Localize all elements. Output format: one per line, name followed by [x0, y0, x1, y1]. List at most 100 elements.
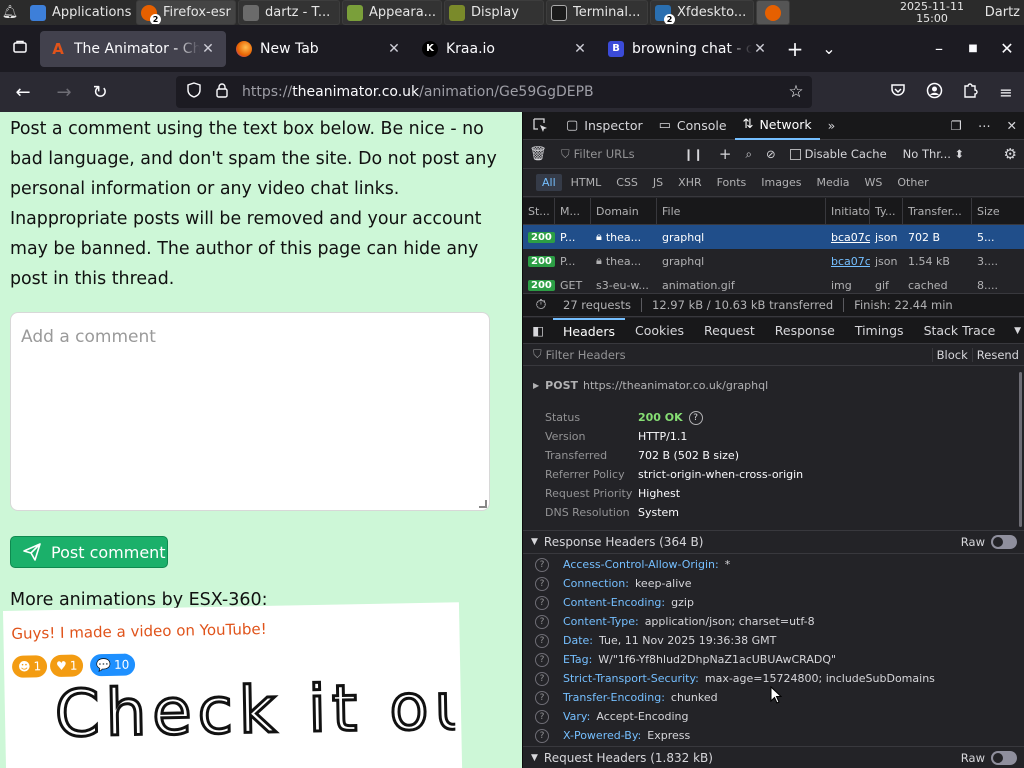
help-question-icon[interactable]: ?: [535, 652, 549, 667]
hamburger-menu-icon[interactable]: ≡: [988, 83, 1024, 102]
filter-urls-input[interactable]: Filter URLs: [574, 147, 664, 161]
tab-network[interactable]: ⇅ Network: [734, 112, 820, 140]
type-filter-media[interactable]: Media: [810, 174, 855, 191]
add-blocking-icon[interactable]: +: [719, 145, 732, 163]
more-tabs-dropdown-icon[interactable]: ▼: [1014, 326, 1021, 336]
response-header-row[interactable]: ? X-Powered-By: Express: [535, 726, 690, 745]
tab-inspector[interactable]: ▢ Inspector: [558, 112, 651, 140]
maximize-window-icon[interactable]: ■: [956, 43, 990, 54]
type-filter-fonts[interactable]: Fonts: [711, 174, 753, 191]
response-header-row[interactable]: ? Access-Control-Allow-Origin: *: [535, 555, 730, 574]
minimize-window-icon[interactable]: –: [922, 39, 956, 58]
tab-new-tab[interactable]: New Tab ✕: [226, 31, 412, 67]
request-headers-section[interactable]: ▼ Request Headers (1.832 kB) Raw: [523, 746, 1024, 768]
response-headers-section[interactable]: ▼ Response Headers (364 B) Raw: [523, 530, 1024, 554]
type-filter-ws[interactable]: WS: [859, 174, 889, 191]
tab-response[interactable]: Response: [765, 318, 845, 344]
response-header-row[interactable]: ? Strict-Transport-Security: max-age=15724…: [535, 669, 935, 688]
col-method[interactable]: M...: [555, 198, 591, 224]
element-picker-icon[interactable]: [523, 112, 558, 140]
response-header-row[interactable]: ? Content-Encoding: gzip: [535, 593, 694, 612]
tab-stack-trace[interactable]: Stack Trace: [914, 318, 1006, 344]
more-tools-chevron-icon[interactable]: »: [820, 112, 844, 140]
post-comment-button[interactable]: Post comment: [10, 536, 168, 568]
taskbar-item-thunar[interactable]: dartz - T...: [238, 0, 340, 25]
tracking-protection-shield-icon[interactable]: [180, 82, 208, 102]
url-bar[interactable]: https://theanimator.co.uk/animation/Ge59…: [176, 76, 812, 108]
request-row[interactable]: 200 P... 🔒︎thea... graphql bca07c... json 1.54…: [523, 249, 1024, 273]
list-all-tabs-chevron-icon[interactable]: ⌄: [812, 39, 846, 58]
pause-icon[interactable]: ❙❙: [684, 147, 703, 161]
back-arrow-icon[interactable]: ←: [0, 82, 46, 103]
help-question-icon[interactable]: ?: [535, 690, 549, 705]
response-header-row[interactable]: ? Transfer-Encoding: chunked: [535, 688, 718, 707]
type-filter-other[interactable]: Other: [891, 174, 934, 191]
col-type[interactable]: Ty...: [870, 198, 903, 224]
tab-headers[interactable]: Headers: [553, 317, 626, 344]
col-file[interactable]: File: [657, 198, 826, 224]
response-header-row[interactable]: ? Vary: Accept-Encoding: [535, 707, 689, 726]
forward-arrow-icon[interactable]: →: [46, 82, 82, 103]
help-question-icon[interactable]: ?: [535, 557, 549, 572]
block-button[interactable]: Block: [931, 347, 972, 362]
clock[interactable]: 2025-11-11 15:00: [882, 0, 982, 25]
comment-textarea[interactable]: Add a comment: [10, 312, 490, 511]
expand-triangle-icon[interactable]: ▶: [533, 381, 539, 390]
tab-timings[interactable]: Timings: [845, 318, 914, 344]
type-filter-all[interactable]: All: [536, 174, 562, 191]
animation-thumbnail-card[interactable]: Guys! I made a video on YouTube! ☻ 1 ♥ 1 💬…: [3, 602, 463, 768]
type-filter-css[interactable]: CSS: [610, 174, 644, 191]
search-icon[interactable]: ⌕: [745, 147, 751, 162]
close-devtools-icon[interactable]: ✕: [999, 112, 1024, 140]
raw-toggle[interactable]: [991, 751, 1017, 765]
tab-kraa[interactable]: K Kraa.io ✕: [412, 31, 598, 67]
dock-side-icon[interactable]: ❐: [943, 112, 970, 140]
help-question-icon[interactable]: ?: [535, 671, 549, 686]
bookmark-star-icon[interactable]: ☆: [780, 82, 812, 102]
tab-console[interactable]: ▭ Console: [651, 112, 735, 140]
col-initiator[interactable]: Initiator: [826, 198, 870, 224]
help-question-icon[interactable]: ?: [535, 595, 549, 610]
help-question-icon[interactable]: ?: [688, 411, 703, 425]
new-tab-icon[interactable]: +: [778, 37, 812, 61]
taskbar-item-firefox-window[interactable]: [756, 0, 790, 25]
help-question-icon[interactable]: ?: [535, 614, 549, 629]
close-tab-icon[interactable]: ✕: [386, 41, 402, 57]
request-initiator[interactable]: img: [831, 279, 852, 292]
help-question-icon[interactable]: ?: [535, 576, 549, 591]
tab-request[interactable]: Request: [694, 318, 765, 344]
tab-the-animator[interactable]: A The Animator - Chro ✕: [40, 30, 226, 67]
extensions-puzzle-icon[interactable]: [952, 82, 988, 102]
tab-cookies[interactable]: Cookies: [625, 318, 694, 344]
col-status[interactable]: St...: [523, 198, 555, 224]
type-filter-xhr[interactable]: XHR: [672, 174, 707, 191]
col-domain[interactable]: Domain: [591, 198, 657, 224]
toggle-sidebar-icon[interactable]: ◧: [523, 323, 553, 338]
request-initiator[interactable]: bca07c...: [831, 231, 870, 244]
devtools-menu-icon[interactable]: ⋯: [970, 112, 999, 140]
response-header-row[interactable]: ? ETag: W/"1f6-Yf8hlud2DhpNaZ1acUBUAwCRADQ…: [535, 650, 836, 669]
help-question-icon[interactable]: ?: [535, 633, 549, 648]
block-url-icon[interactable]: ⊘: [766, 147, 776, 161]
padlock-icon[interactable]: [208, 82, 236, 102]
request-initiator[interactable]: bca07c...: [831, 255, 870, 268]
filter-headers-input[interactable]: Filter Headers: [546, 348, 932, 362]
taskbar-item-xfdesktop[interactable]: 2 Xfdeskto...: [650, 0, 754, 25]
close-tab-icon[interactable]: ✕: [752, 41, 768, 57]
taskbar-item-firefox[interactable]: 2 Firefox-esr: [136, 0, 236, 25]
close-tab-icon[interactable]: ✕: [572, 41, 588, 57]
headers-scrollbar[interactable]: [1019, 372, 1022, 527]
request-row[interactable]: 200 P... 🔒︎thea... graphql bca07c... json 702 …: [523, 225, 1024, 249]
help-question-icon[interactable]: ?: [535, 728, 549, 743]
account-icon[interactable]: [916, 82, 952, 103]
raw-toggle[interactable]: [991, 535, 1017, 549]
request-summary-line[interactable]: ▶ POST https://theanimator.co.uk/graphql: [523, 374, 1024, 396]
reload-icon[interactable]: ↻: [82, 82, 118, 103]
resend-button[interactable]: Resend: [971, 347, 1024, 362]
response-header-row[interactable]: ? Date: Tue, 11 Nov 2025 19:36:38 GMT: [535, 631, 776, 650]
clear-trash-icon[interactable]: 🗑: [523, 146, 553, 162]
performance-stopwatch-icon[interactable]: ⏱: [523, 297, 559, 313]
network-settings-gear-icon[interactable]: ⚙: [1004, 145, 1017, 163]
response-header-row[interactable]: ? Connection: keep-alive: [535, 574, 692, 593]
tab-browning-chat[interactable]: B browning chat - cha ✕: [598, 31, 778, 67]
